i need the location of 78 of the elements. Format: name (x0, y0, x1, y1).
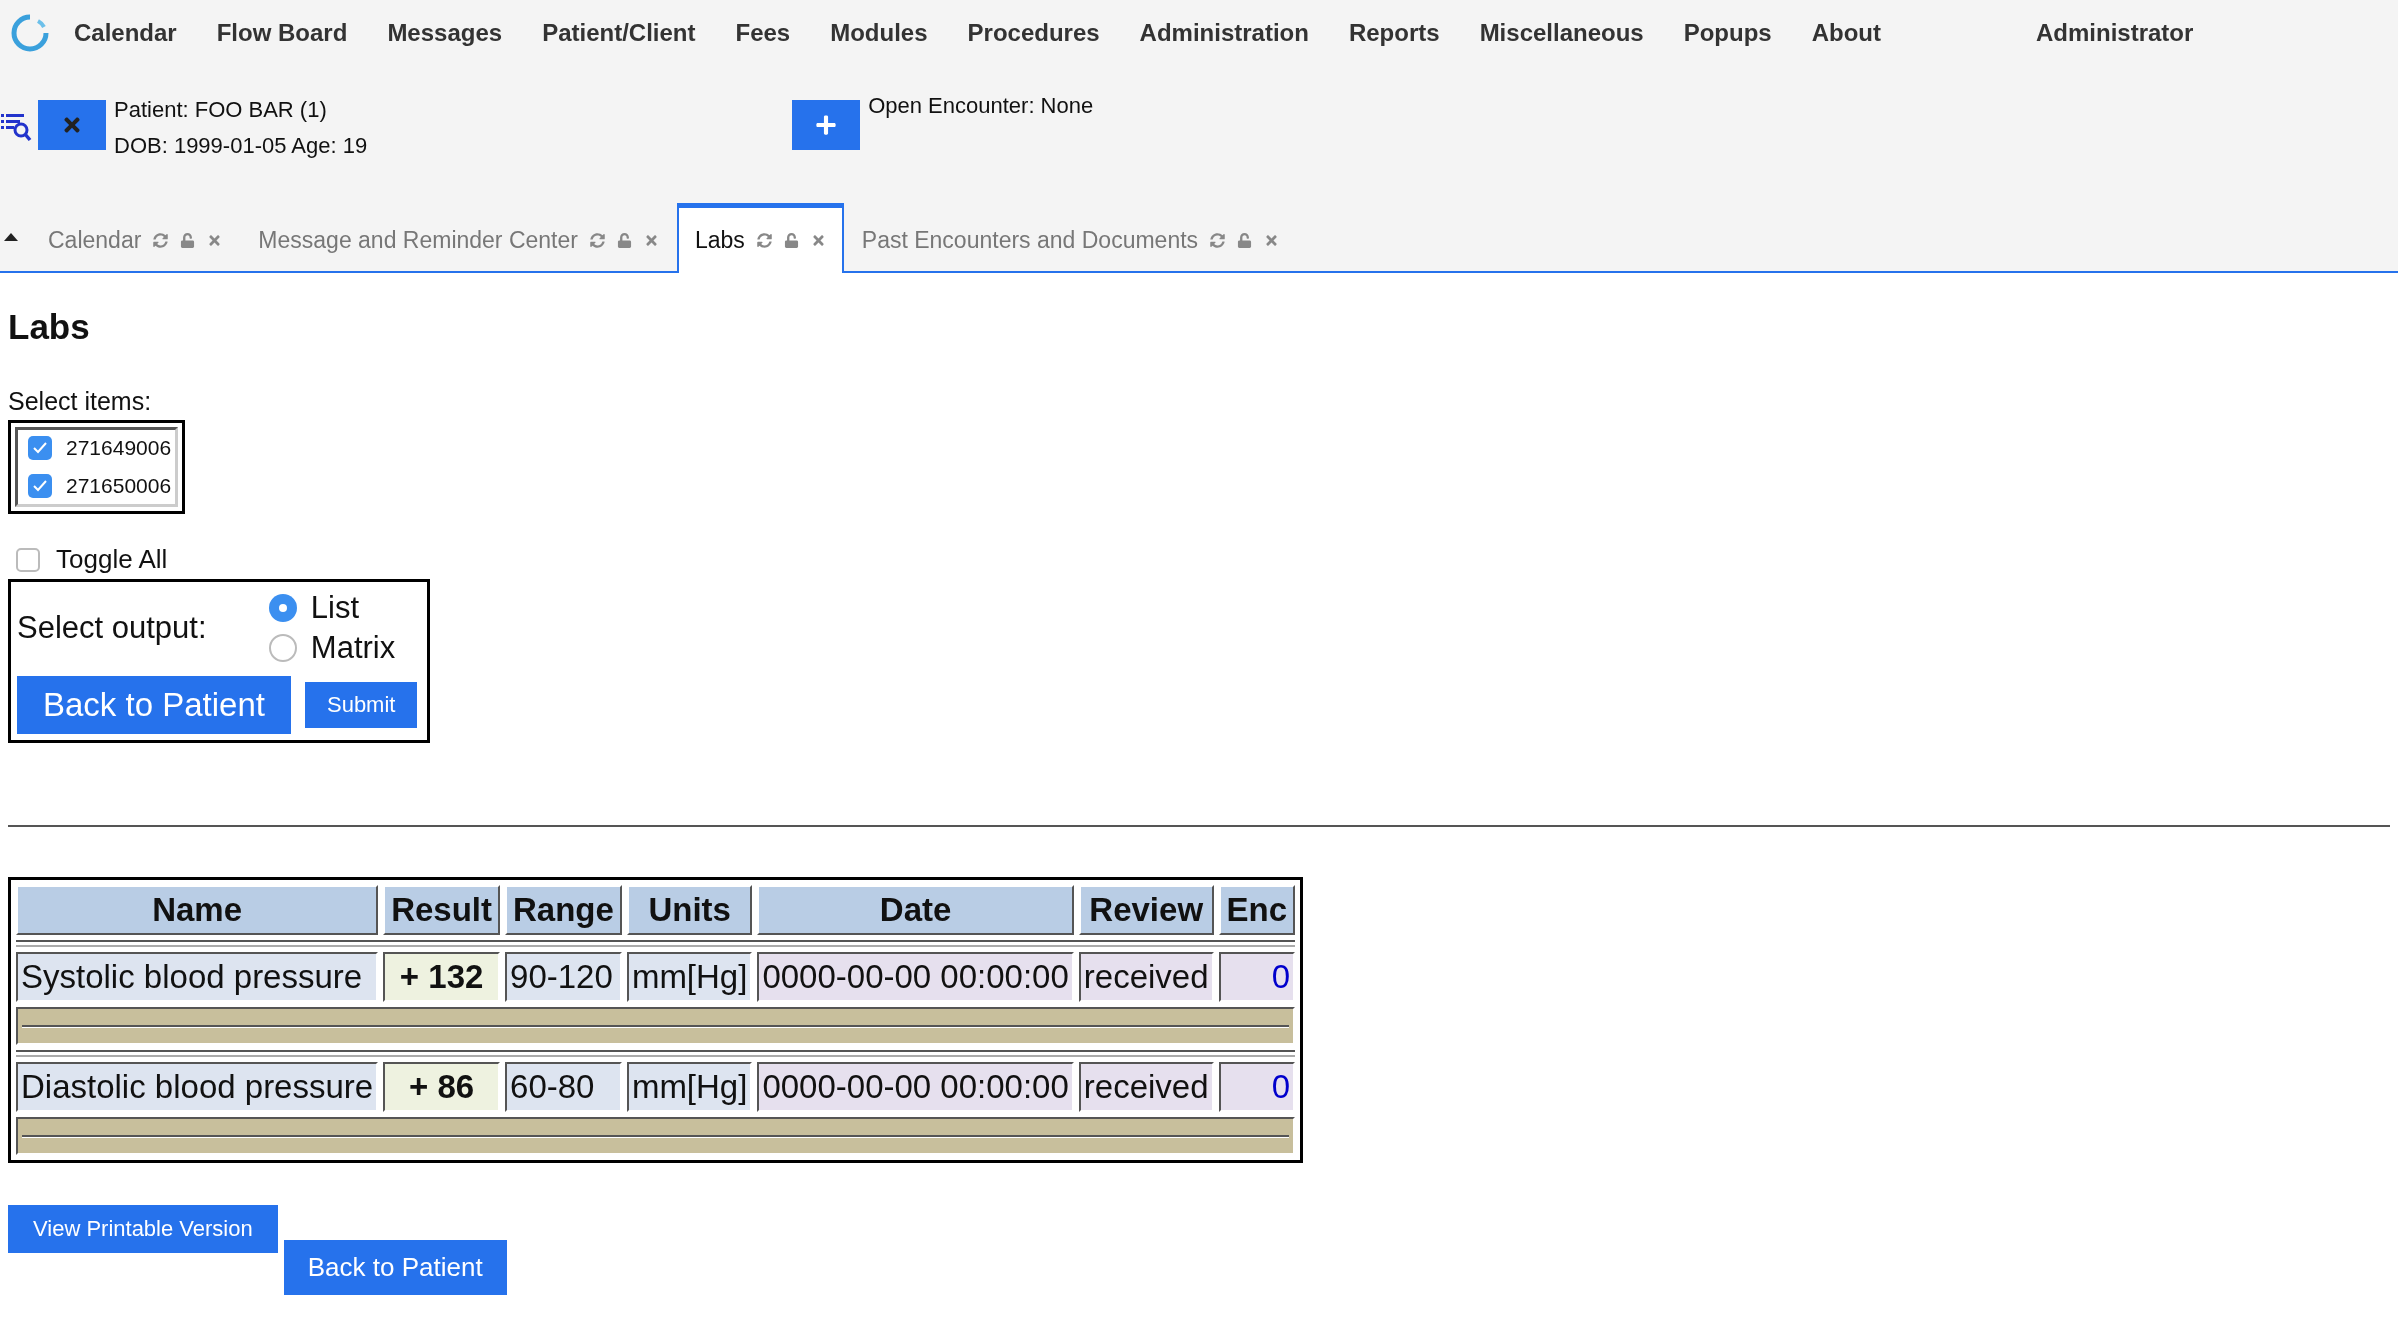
unlock-icon[interactable] (180, 232, 196, 248)
toggle-all-label: Toggle All (56, 544, 168, 575)
table-cell: 90-120 (505, 952, 622, 1002)
plus-icon (815, 114, 838, 136)
menu-item[interactable]: Administration (1139, 19, 1309, 47)
check-icon (33, 480, 47, 492)
table-cell: 0000-00-00 00:00:00 (757, 1062, 1074, 1112)
table-cell: Systolic blood pressure (16, 952, 379, 1002)
page-title: Labs (8, 307, 90, 347)
checkbox[interactable] (16, 547, 40, 572)
unlock-icon[interactable] (1237, 232, 1253, 248)
menu-item[interactable]: About (1811, 19, 1881, 47)
table-cell: mm[Hg] (626, 1062, 753, 1112)
back-to-patient-button[interactable]: Back to Patient (17, 676, 291, 734)
patient-name: Patient: FOO BAR (1) (114, 96, 328, 124)
tab-label: Labs (694, 227, 745, 254)
radio-button[interactable] (268, 594, 297, 622)
radio-button[interactable] (268, 634, 297, 662)
close-patient-button[interactable] (38, 100, 106, 150)
table-cell: + 86 (383, 1062, 501, 1112)
tab-label: Message and Reminder Center (258, 226, 578, 254)
table-cell: Diastolic blood pressure (16, 1062, 379, 1112)
item-label: 271649006 (66, 436, 172, 460)
column-header: Name (16, 885, 379, 935)
unlock-icon[interactable] (616, 232, 632, 248)
menu-item[interactable]: Calendar (74, 19, 177, 47)
table-cell: 60-80 (505, 1062, 622, 1112)
tab-label: Past Encounters and Documents (861, 226, 1199, 254)
refresh-icon[interactable] (756, 233, 772, 248)
back-to-patient-button[interactable]: Back to Patient (283, 1240, 507, 1295)
checkbox[interactable] (28, 474, 52, 498)
menu-item[interactable]: Miscellaneous (1479, 19, 1644, 47)
table-cell: received (1078, 1062, 1214, 1112)
select-items-label: Select items: (8, 387, 152, 416)
select-output-label: Select output: (17, 610, 208, 646)
menu-item[interactable]: Flow Board (216, 19, 348, 47)
open-encounter: Open Encounter: None (868, 92, 1094, 120)
column-header: Enc (1218, 885, 1296, 935)
refresh-icon[interactable] (153, 232, 169, 248)
menu-item[interactable]: Messages (387, 19, 503, 47)
new-encounter-button[interactable] (792, 100, 861, 150)
user-menu[interactable]: Administrator (2036, 19, 2194, 47)
tab-label: Calendar (48, 226, 142, 254)
logo-icon (10, 13, 50, 53)
menu-item[interactable]: Modules (830, 19, 928, 47)
collapse-icon[interactable] (4, 231, 18, 241)
refresh-icon[interactable] (589, 232, 605, 248)
printable-version-button[interactable]: View Printable Version (8, 1205, 278, 1253)
radio-label: List (310, 590, 360, 626)
unlock-icon[interactable] (783, 233, 799, 248)
close-icon[interactable] (1264, 232, 1280, 248)
tab[interactable]: Message and Reminder Center (240, 207, 677, 271)
encounter-link[interactable]: 0 (1218, 952, 1296, 1002)
menu-item[interactable]: Reports (1348, 19, 1440, 47)
column-header: Range (505, 885, 622, 935)
menu-item[interactable]: Patient/Client (542, 19, 696, 47)
column-header: Result (383, 885, 501, 935)
refresh-icon[interactable] (1210, 232, 1226, 248)
menu-item[interactable]: Procedures (967, 19, 1100, 47)
tab[interactable]: Calendar (30, 207, 241, 271)
checkbox[interactable] (28, 436, 52, 460)
item-label: 271650006 (66, 474, 172, 498)
tab[interactable]: Labs (676, 203, 844, 273)
encounter-link[interactable]: 0 (1218, 1062, 1296, 1112)
submit-button[interactable]: Submit (304, 682, 418, 728)
radio-label: Matrix (310, 630, 396, 666)
menu-item[interactable]: Popups (1683, 19, 1772, 47)
check-icon (33, 442, 47, 454)
column-header: Units (626, 885, 753, 935)
column-header: Date (757, 885, 1074, 935)
table-cell: received (1078, 952, 1214, 1002)
column-header: Review (1078, 885, 1214, 935)
table-cell: + 132 (383, 952, 501, 1002)
table-cell: mm[Hg] (626, 952, 753, 1002)
table-cell: 0000-00-00 00:00:00 (757, 952, 1074, 1002)
menu-item[interactable]: Fees (735, 19, 791, 47)
tab[interactable]: Past Encounters and Documents (843, 207, 1298, 271)
patient-dob: DOB: 1999-01-05 Age: 19 (114, 132, 368, 160)
